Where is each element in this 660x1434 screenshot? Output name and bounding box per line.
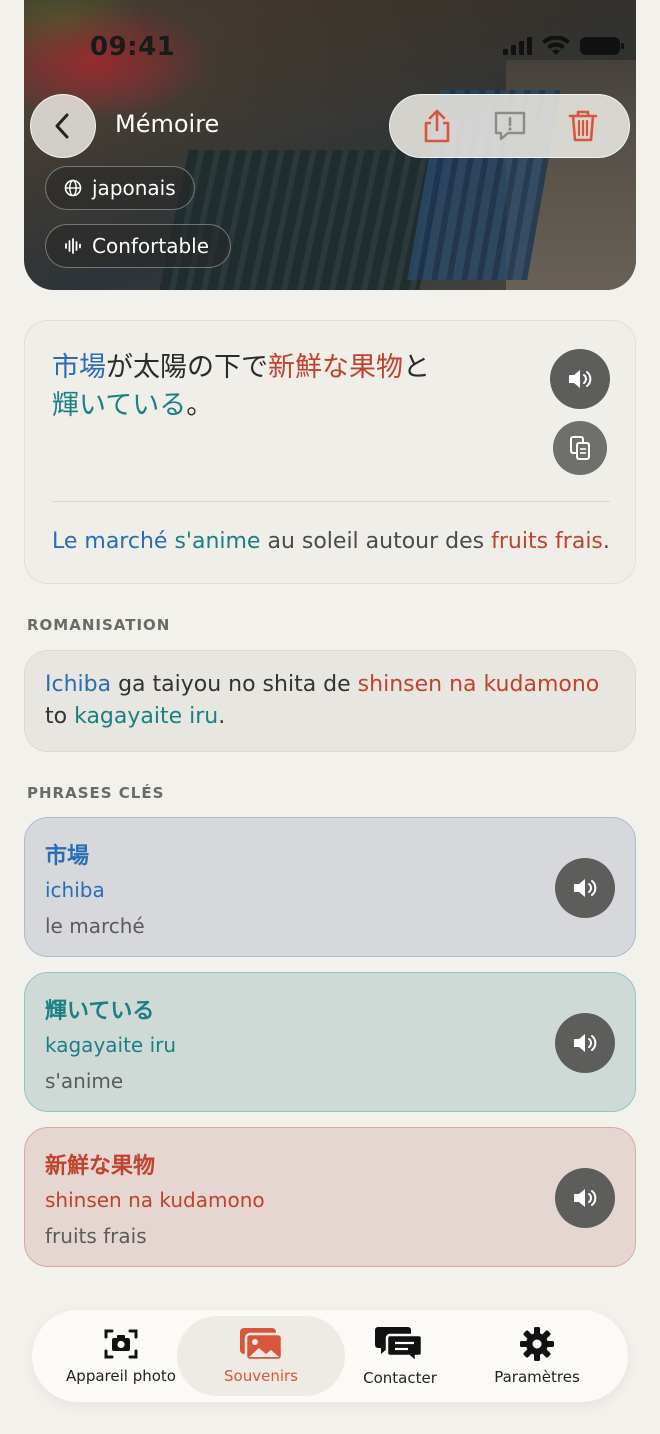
speaker-icon	[569, 370, 592, 388]
play-phrase-button[interactable]	[555, 858, 615, 918]
play-sentence-button[interactable]	[550, 349, 610, 409]
phrase-japanese: 新鮮な果物	[45, 1154, 156, 1179]
tab-camera-label: Appareil photo	[66, 1367, 176, 1385]
battery-icon	[580, 37, 624, 55]
level-chip[interactable]: Confortable	[45, 224, 231, 268]
waveform-icon	[65, 238, 81, 254]
speaker-icon	[574, 1034, 597, 1052]
play-phrase-button[interactable]	[555, 1168, 615, 1228]
jp-segment: と	[403, 352, 430, 383]
photos-icon	[240, 1328, 283, 1361]
tab-camera[interactable]: Appareil photo	[46, 1316, 196, 1396]
level-chip-label: Confortable	[92, 234, 210, 258]
jp-segment: 新鮮な果物	[268, 352, 403, 383]
romaji-segment: to	[45, 704, 75, 729]
copy-icon	[570, 436, 590, 460]
french-translation: Le marché s'anime au soleil autour des f…	[52, 529, 610, 554]
fr-segment: Le marché	[52, 529, 168, 554]
romaji-segment: kagayaite iru	[74, 704, 219, 729]
jp-segment: 輝いている	[52, 390, 187, 421]
jp-segment: 市場	[52, 352, 106, 383]
phrase-french: s'anime	[45, 1069, 124, 1093]
feedback-button[interactable]	[490, 106, 530, 146]
phrase-card[interactable]: 輝いている kagayaite iru s'anime	[24, 972, 636, 1112]
jp-segment: 。	[186, 390, 214, 421]
share-button[interactable]	[417, 106, 457, 146]
phrase-japanese: 市場	[45, 844, 90, 869]
status-time: 09:41	[90, 32, 176, 62]
status-icons	[503, 36, 624, 56]
chat-icon	[375, 1327, 424, 1363]
wifi-icon	[542, 36, 570, 55]
tab-settings-label: Paramètres	[494, 1368, 580, 1386]
japanese-sentence[interactable]: 市場が太陽の下で新鮮な果物と輝いている。	[52, 349, 512, 425]
globe-icon	[64, 179, 82, 197]
gear-icon	[520, 1327, 554, 1361]
speaker-icon	[574, 879, 597, 897]
tab-contact-label: Contacter	[363, 1369, 437, 1387]
phrase-french: le marché	[45, 914, 145, 938]
phrase-card[interactable]: 新鮮な果物 shinsen na kudamono fruits frais	[24, 1127, 636, 1267]
action-group	[389, 94, 630, 158]
tab-bar: Appareil photo Souvenirs Contacter Param…	[32, 1310, 628, 1402]
key-phrases-label: PHRASES CLÉS	[27, 784, 165, 802]
play-phrase-button[interactable]	[555, 1013, 615, 1073]
signal-icon	[503, 37, 532, 55]
phrase-card[interactable]: 市場 ichiba le marché	[24, 817, 636, 957]
trash-icon	[568, 110, 597, 142]
phrase-romaji: kagayaite iru	[45, 1033, 177, 1057]
sentence-card: 市場が太陽の下で新鮮な果物と輝いている。 Le marché s'anime a…	[24, 320, 636, 584]
romanization-text: Ichiba ga taiyou no shita de shinsen na …	[45, 669, 615, 733]
fr-segment: fruits frais	[491, 529, 603, 554]
feedback-icon	[494, 111, 525, 141]
phrase-french: fruits frais	[45, 1224, 147, 1248]
romanization-label: ROMANISATION	[27, 616, 171, 634]
language-chip[interactable]: japonais	[45, 166, 195, 210]
page-title: Mémoire	[115, 110, 220, 138]
copy-button[interactable]	[553, 421, 607, 475]
divider	[52, 501, 610, 502]
tab-settings[interactable]: Paramètres	[462, 1316, 612, 1396]
tab-contact[interactable]: Contacter	[325, 1316, 475, 1396]
romanization-card: Ichiba ga taiyou no shita de shinsen na …	[24, 650, 636, 752]
chevron-left-icon	[55, 113, 69, 139]
language-chip-label: japonais	[92, 176, 176, 200]
romaji-segment: ga taiyou no shita de	[111, 672, 358, 697]
phrase-japanese: 輝いている	[45, 999, 155, 1024]
fr-segment: au soleil autour des	[260, 529, 492, 554]
phrase-romaji: shinsen na kudamono	[45, 1188, 265, 1212]
jp-segment: が太陽の下で	[106, 352, 268, 383]
phrase-romaji: ichiba	[45, 878, 105, 902]
tab-souvenirs[interactable]: Souvenirs	[177, 1316, 345, 1396]
fr-segment: s'anime	[174, 529, 261, 554]
speaker-icon	[574, 1189, 597, 1207]
romaji-segment: .	[218, 704, 226, 729]
romaji-segment: Ichiba	[45, 672, 112, 697]
back-button[interactable]	[30, 94, 96, 158]
romaji-segment: shinsen na kudamono	[357, 672, 600, 697]
delete-button[interactable]	[563, 106, 603, 146]
share-icon	[424, 109, 449, 143]
camera-icon	[104, 1329, 138, 1359]
tab-souvenirs-label: Souvenirs	[224, 1367, 298, 1385]
photo-crate-dark	[159, 150, 449, 290]
fr-segment: .	[602, 529, 610, 554]
